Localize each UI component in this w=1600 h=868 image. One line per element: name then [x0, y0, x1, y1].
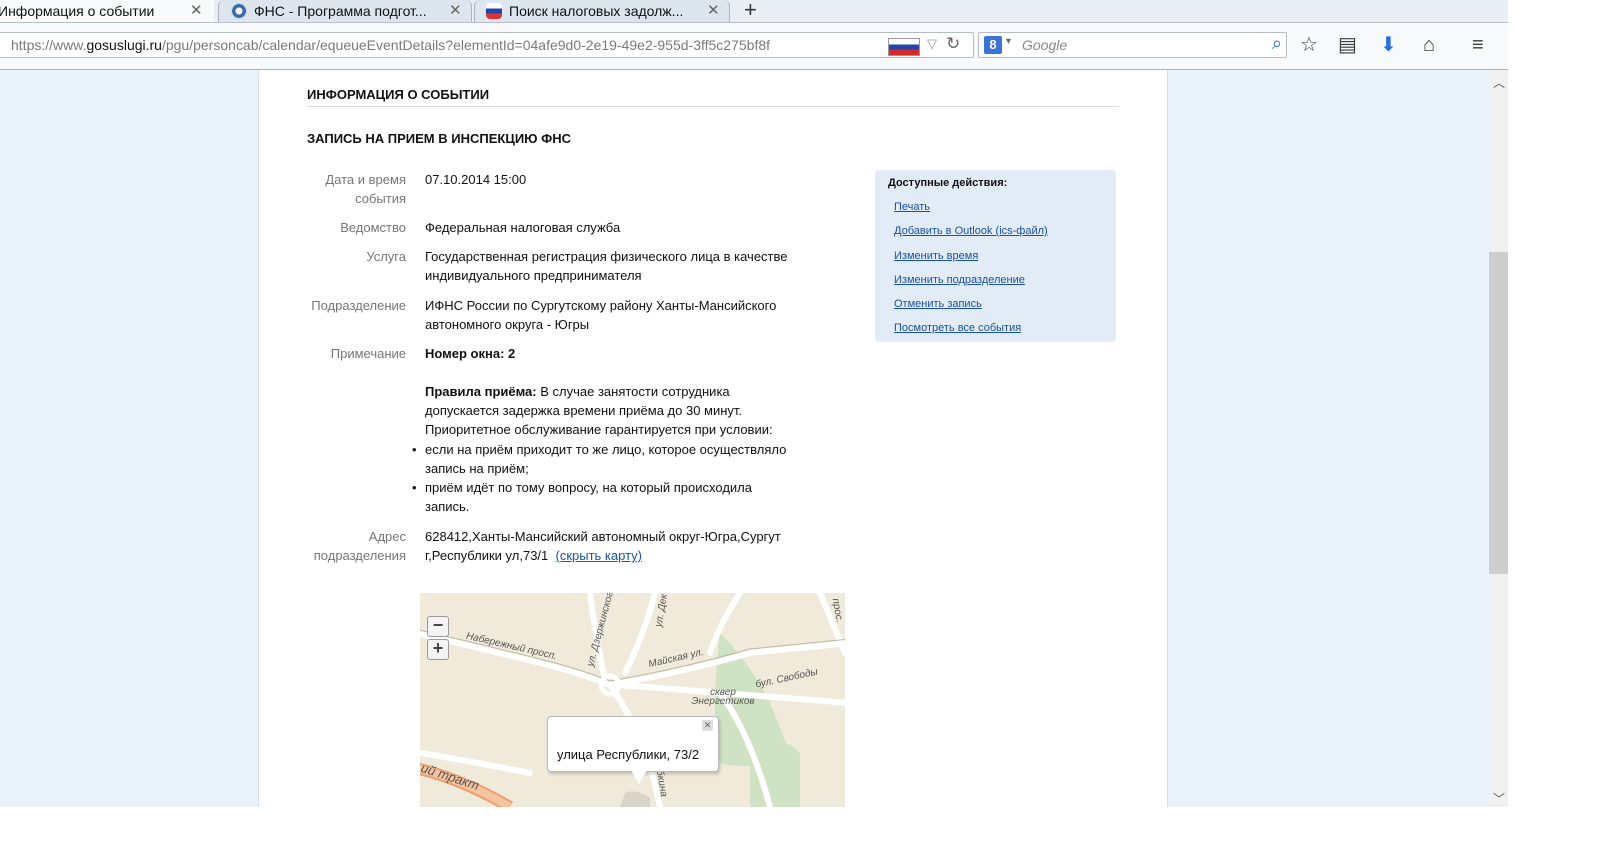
scrollbar-thumb[interactable]	[1489, 252, 1508, 574]
new-tab-button[interactable]: +	[744, 0, 757, 23]
fns-favicon-icon	[231, 3, 247, 19]
tab-title: ФНС - Программа подгот...	[254, 3, 427, 19]
google-search-engine-icon[interactable]: 8	[984, 36, 1002, 54]
view-all-events-link[interactable]: Посмотреть все события	[894, 322, 1021, 334]
search-engine-dropdown-icon[interactable]: ▾	[1006, 36, 1011, 47]
hide-map-link[interactable]: (скрыть карту)	[556, 548, 643, 563]
close-tab-icon[interactable]: ✕	[707, 1, 720, 19]
reload-icon[interactable]: ↻	[946, 34, 960, 54]
scroll-down-icon[interactable]: ﹀	[1493, 790, 1505, 807]
address-label: Адрес подразделения	[313, 529, 406, 563]
download-icon[interactable]: ⬇	[1380, 35, 1397, 55]
url-dropdown-icon[interactable]: ▽	[927, 36, 937, 52]
list-item: если на приём приходит то же лицо, котор…	[412, 440, 805, 478]
home-icon[interactable]: ⌂	[1423, 35, 1435, 55]
cancel-appointment-link[interactable]: Отменить запись	[894, 298, 982, 310]
reception-rules: Правила приёма: В случае занятости сотру…	[425, 384, 773, 437]
scroll-up-icon[interactable]: ︿	[1493, 74, 1505, 91]
tab-title: Информация о событии	[0, 3, 155, 19]
tab-tax-debt-search[interactable]: Поиск налоговых задолж... ✕	[474, 0, 730, 22]
search-placeholder: Google	[1022, 37, 1068, 53]
agency-label: Ведомство	[340, 220, 406, 235]
change-division-link[interactable]: Изменить подразделение	[894, 274, 1025, 286]
close-tab-icon[interactable]: ✕	[190, 1, 203, 19]
gosuslugi-favicon-icon	[486, 3, 502, 19]
search-bar[interactable]: 8 ▾ Google ⌕	[978, 32, 1287, 58]
section-title: ИНФОРМАЦИЯ О СОБЫТИИ	[307, 87, 490, 102]
service-value: Государственная регистрация физического …	[425, 249, 788, 283]
url-bar[interactable]: https://www.gosuslugi.ru/pgu/personcab/c…	[0, 32, 974, 58]
service-label: Услуга	[366, 249, 406, 264]
star-icon[interactable]: ☆	[1300, 35, 1318, 55]
available-actions-panel: Доступные действия: Печать Добавить в Ou…	[875, 170, 1116, 342]
close-tab-icon[interactable]: ✕	[449, 1, 462, 19]
division-label: Подразделение	[311, 298, 406, 313]
url-text: https://www.gosuslugi.ru/pgu/personcab/c…	[11, 37, 771, 53]
navigation-bar: https://www.gosuslugi.ru/pgu/personcab/c…	[0, 23, 1510, 70]
menu-icon[interactable]: ≡	[1472, 35, 1484, 55]
tab-event-info[interactable]: Информация о событии ✕	[0, 0, 214, 22]
tab-fns-program[interactable]: ФНС - Программа подгот... ✕	[218, 0, 472, 22]
datetime-label: Дата и время события	[325, 172, 406, 206]
site-flag-icon	[888, 38, 920, 56]
zoom-out-button[interactable]: −	[427, 616, 449, 637]
search-icon[interactable]: ⌕	[1272, 33, 1282, 54]
change-time-link[interactable]: Изменить время	[894, 250, 978, 262]
tab-title: Поиск налоговых задолж...	[509, 3, 684, 19]
divider	[307, 106, 1119, 107]
print-link[interactable]: Печать	[894, 201, 930, 213]
address-map[interactable]: − + Набережный просп. Майская ул. бул. С…	[420, 593, 845, 807]
event-title: ЗАПИСЬ НА ПРИЕМ В ИНСПЕКЦИЮ ФНС	[307, 131, 572, 146]
park-label: сквер Энергетиков	[691, 687, 755, 707]
note-window: Номер окна: 2	[425, 346, 516, 361]
list-item: приём идёт по тому вопросу, на который п…	[412, 478, 795, 516]
note-label: Примечание	[330, 346, 406, 361]
zoom-in-button[interactable]: +	[427, 639, 449, 660]
tab-strip: Информация о событии ✕ ФНС - Программа п…	[0, 0, 1510, 23]
division-value: ИФНС России по Сургутскому району Ханты-…	[425, 298, 777, 332]
popup-address: улица Республики, 73/2	[557, 747, 700, 762]
datetime-value: 07.10.2014 15:00	[425, 172, 527, 187]
screen-margin	[0, 807, 1600, 868]
agency-value: Федеральная налоговая служба	[425, 220, 621, 235]
screen-margin	[1508, 0, 1600, 868]
reading-list-icon[interactable]: ▤	[1338, 35, 1357, 55]
close-popup-icon[interactable]: ✕	[702, 720, 713, 731]
map-popup: ✕ улица Республики, 73/2	[547, 716, 719, 772]
popup-pointer	[631, 770, 647, 784]
rules-list: если на приём приходит то же лицо, котор…	[412, 440, 822, 516]
actions-title: Доступные действия:	[888, 177, 1008, 189]
add-to-outlook-link[interactable]: Добавить в Outlook (ics-файл)	[894, 225, 1048, 237]
address-value: 628412,Ханты-Мансийский автономный округ…	[425, 529, 781, 563]
